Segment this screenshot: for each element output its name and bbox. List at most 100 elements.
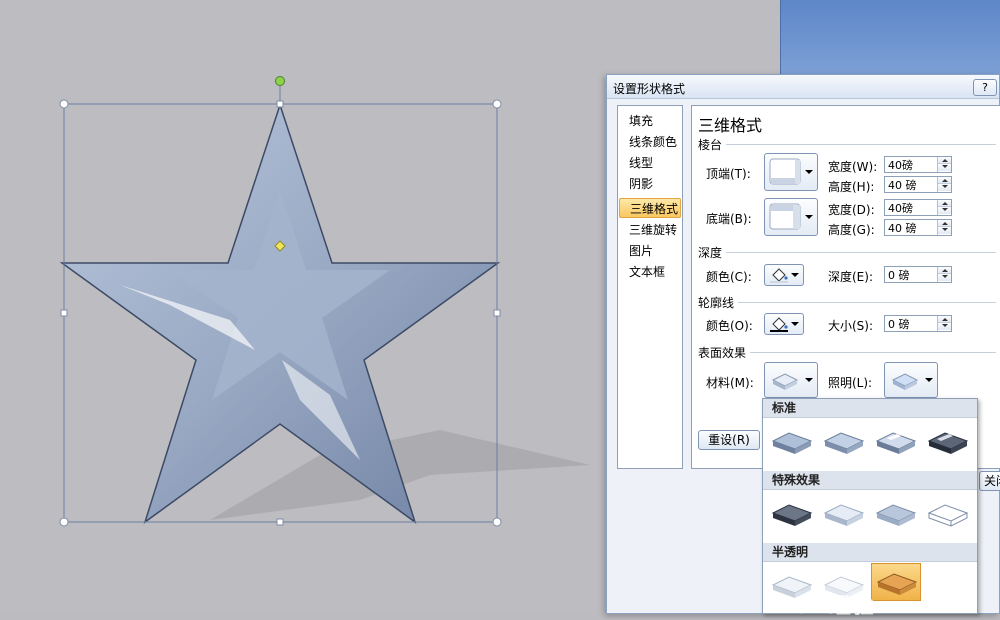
material-swatch[interactable] — [923, 495, 973, 533]
material-picker[interactable] — [764, 362, 818, 398]
material-swatch[interactable] — [819, 495, 869, 533]
material-swatch[interactable] — [871, 495, 921, 533]
bevel-top-label: 顶端(T): — [706, 167, 751, 181]
category-line-color[interactable]: 线条颜色 — [619, 132, 681, 152]
lighting-icon — [891, 373, 919, 390]
contour-size-spinner[interactable] — [884, 315, 952, 332]
material-swatch[interactable] — [871, 423, 921, 461]
contour-color-picker[interactable] — [764, 313, 804, 335]
resize-handle-b[interactable] — [276, 518, 284, 526]
dialog-titlebar[interactable]: 设置形状格式 ? — [607, 75, 999, 99]
bevel-top-height-spinner[interactable] — [884, 176, 952, 193]
spin-up-icon[interactable] — [938, 200, 951, 207]
spin-up-icon[interactable] — [938, 177, 951, 184]
bevel-group-label: 棱台 — [698, 138, 723, 152]
material-icon — [771, 373, 799, 390]
material-swatch[interactable] — [923, 423, 973, 461]
spin-buttons[interactable] — [937, 177, 951, 192]
spin-down-icon[interactable] — [938, 207, 951, 214]
close-button[interactable]: 关闭 — [979, 471, 1000, 491]
spin-buttons[interactable] — [937, 220, 951, 235]
spin-down-icon[interactable] — [938, 227, 951, 234]
contour-size-input[interactable] — [885, 316, 937, 331]
material-swatch[interactable] — [819, 423, 869, 461]
spin-buttons[interactable] — [937, 316, 951, 331]
bevel-bottom-height-spinner[interactable] — [884, 219, 952, 236]
chevron-down-icon — [805, 170, 813, 174]
chevron-down-icon — [791, 322, 799, 326]
resize-handle-t[interactable] — [276, 100, 284, 108]
depth-color-picker[interactable] — [764, 264, 804, 286]
resize-handle-tl[interactable] — [59, 99, 69, 109]
depth-color-label: 颜色(C): — [706, 270, 752, 284]
resize-handle-bl[interactable] — [59, 517, 69, 527]
resize-handle-r[interactable] — [493, 309, 501, 317]
contour-group-label: 轮廓线 — [698, 296, 735, 310]
category-fill[interactable]: 填充 — [619, 111, 681, 131]
category-text-box[interactable]: 文本框 — [619, 262, 681, 282]
bevel-bottom-label: 底端(B): — [706, 212, 752, 226]
reset-button[interactable]: 重设(R) — [698, 430, 760, 450]
contour-color-label: 颜色(O): — [706, 319, 753, 333]
spin-buttons[interactable] — [937, 200, 951, 215]
bevel-bottom-height-input[interactable] — [885, 220, 937, 235]
spin-down-icon[interactable] — [938, 164, 951, 171]
material-flat-icon — [875, 504, 917, 526]
bevel-separator — [726, 144, 996, 145]
contour-size-label: 大小(S): — [828, 319, 874, 333]
bevel-top-height-input[interactable] — [885, 177, 937, 192]
bevel-bottom-picker[interactable] — [764, 198, 818, 236]
material-swatch[interactable] — [767, 495, 817, 533]
category-3d-rotation[interactable]: 三维旋转 — [619, 220, 681, 240]
lighting-picker[interactable] — [884, 362, 938, 398]
rotate-handle[interactable] — [275, 76, 285, 86]
material-plastic-icon — [875, 432, 917, 454]
depth-group-label: 深度 — [698, 246, 723, 260]
chevron-down-icon — [791, 273, 799, 277]
category-line-style[interactable]: 线型 — [619, 153, 681, 173]
section-title: 三维格式 — [698, 116, 763, 135]
paint-bucket-icon — [770, 268, 788, 283]
material-wireframe-icon — [927, 504, 969, 527]
material-swatch[interactable] — [767, 423, 817, 461]
depth-spinner[interactable] — [884, 266, 952, 283]
spin-down-icon[interactable] — [938, 323, 951, 330]
depth-input[interactable] — [885, 267, 937, 282]
bevel-bottom-icon — [769, 203, 801, 230]
chevron-down-icon — [925, 378, 933, 382]
material-gallery: 标准 特殊效果 半透明 — [762, 398, 978, 614]
category-list: 填充 线条颜色 线型 阴影 三维格式 三维旋转 图片 文本框 — [617, 105, 683, 469]
spin-down-icon[interactable] — [938, 184, 951, 191]
spin-up-icon[interactable] — [938, 220, 951, 227]
spin-down-icon[interactable] — [938, 274, 951, 281]
gallery-group-translucent: 半透明 — [763, 543, 977, 562]
bevel-bottom-height-label: 高度(G): — [828, 223, 875, 237]
watermark: Bai 经验 — [778, 594, 875, 619]
bevel-top-width-spinner[interactable] — [884, 156, 952, 173]
bevel-bottom-width-spinner[interactable] — [884, 199, 952, 216]
category-3d-format[interactable]: 三维格式 — [619, 198, 681, 218]
contour-separator — [738, 302, 996, 303]
material-warm-matte-icon — [823, 432, 865, 454]
category-shadow[interactable]: 阴影 — [619, 174, 681, 194]
spin-up-icon[interactable] — [938, 157, 951, 164]
lighting-label: 照明(L): — [828, 376, 873, 390]
spin-up-icon[interactable] — [938, 316, 951, 323]
resize-handle-br[interactable] — [492, 517, 502, 527]
spin-buttons[interactable] — [937, 157, 951, 172]
spin-buttons[interactable] — [937, 267, 951, 282]
material-swatch-selected[interactable] — [871, 563, 921, 601]
material-translucent-powder-icon — [876, 573, 918, 595]
resize-handle-l[interactable] — [60, 309, 68, 317]
resize-handle-tr[interactable] — [492, 99, 502, 109]
bevel-top-width-input[interactable] — [885, 157, 937, 172]
bevel-top-picker[interactable] — [764, 153, 818, 191]
spin-up-icon[interactable] — [938, 267, 951, 274]
material-dark-edge-icon — [771, 504, 813, 526]
bevel-bottom-width-label: 宽度(D): — [828, 203, 875, 217]
help-button[interactable]: ? — [973, 79, 997, 96]
bevel-bottom-width-input[interactable] — [885, 200, 937, 215]
gallery-group-special-effects: 特殊效果 — [763, 471, 977, 490]
depth-separator — [726, 252, 996, 253]
category-picture[interactable]: 图片 — [619, 241, 681, 261]
